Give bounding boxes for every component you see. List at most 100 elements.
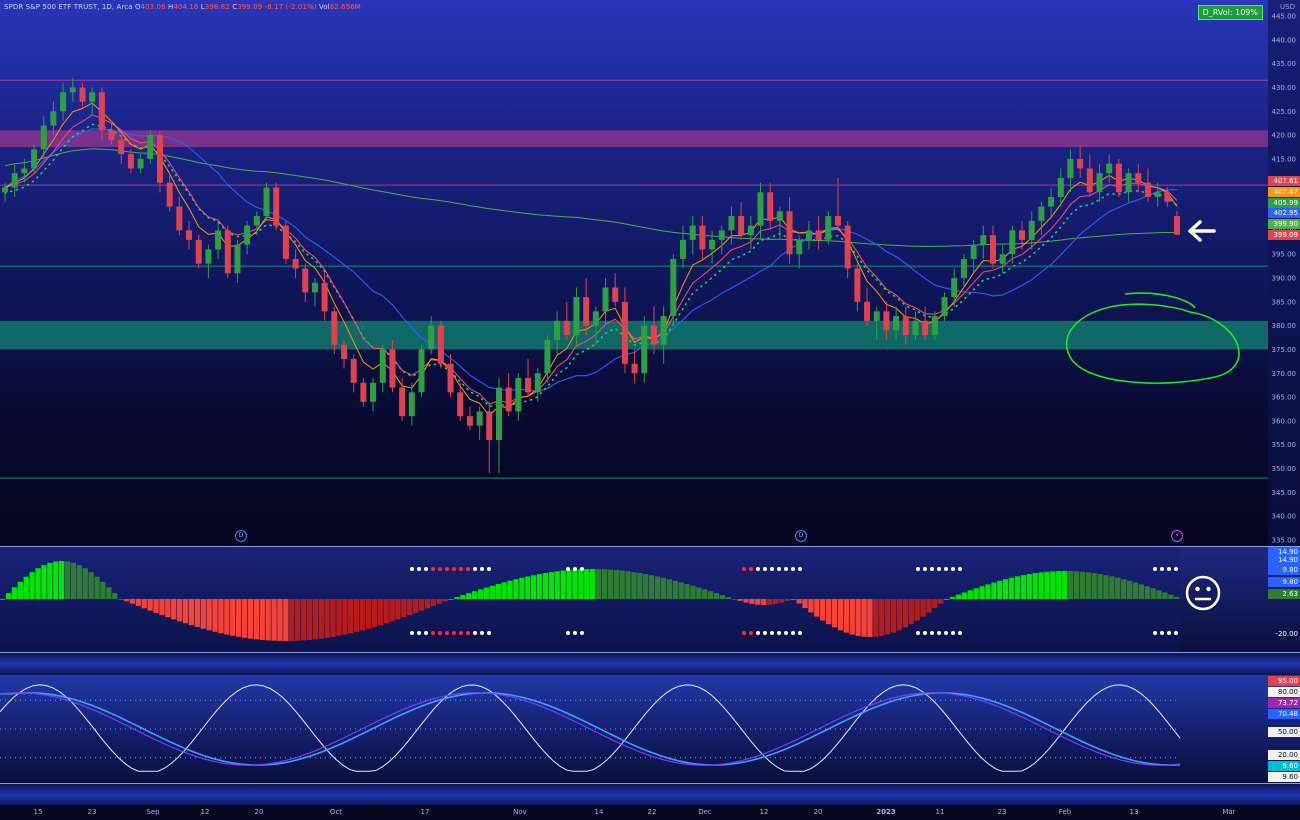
candle-body bbox=[1115, 163, 1122, 193]
candle-body bbox=[457, 392, 464, 417]
oscillator-bar bbox=[147, 599, 153, 611]
candle-body bbox=[718, 230, 725, 240]
oscillator-bar bbox=[660, 577, 667, 599]
candle-body bbox=[1135, 173, 1142, 183]
signal-dot bbox=[1153, 567, 1157, 571]
candle-body bbox=[573, 297, 580, 336]
oscillator-bar bbox=[554, 571, 560, 599]
candle-body bbox=[922, 320, 929, 336]
oscillator-bar bbox=[896, 599, 903, 631]
candle-body bbox=[1048, 197, 1055, 207]
rvol-badge[interactable]: D_RVol: 109% bbox=[1197, 5, 1263, 20]
oscillator-bar bbox=[64, 561, 71, 599]
oscillator-bar bbox=[306, 599, 313, 640]
candle-body bbox=[1077, 158, 1084, 169]
oscillator-bar bbox=[29, 572, 35, 599]
oscillator-bar bbox=[23, 576, 29, 599]
oscillator-bar bbox=[460, 595, 466, 599]
oscillator-bar bbox=[649, 575, 655, 599]
candle-body bbox=[466, 416, 473, 426]
signal-dot bbox=[770, 567, 774, 571]
stochastic-rsi[interactable] bbox=[0, 675, 1300, 783]
candle-body bbox=[757, 192, 764, 226]
signal-dot bbox=[742, 567, 746, 571]
candle-body bbox=[11, 173, 18, 188]
oscillator-bar bbox=[259, 599, 265, 640]
oscillator-bar bbox=[1121, 579, 1127, 599]
oscillator-bar bbox=[194, 599, 200, 627]
candle-body bbox=[544, 339, 551, 374]
signal-dot bbox=[480, 631, 484, 635]
price-chart[interactable]: 445.00 440.00 435.00 430.00 425.00 420.00 415.… bbox=[0, 0, 1300, 545]
oscillator-bar bbox=[507, 580, 513, 599]
candle-body bbox=[1154, 192, 1161, 198]
oscillator-bar bbox=[796, 599, 802, 604]
oscillator-bar bbox=[1144, 586, 1150, 599]
dividend-marker-icon[interactable]: D bbox=[235, 530, 247, 542]
candle-body bbox=[1019, 230, 1026, 240]
lightning-marker-icon[interactable]: ⚡ bbox=[1171, 530, 1183, 542]
resistance-zone bbox=[0, 130, 1268, 147]
oscillator-bar bbox=[407, 599, 413, 616]
signal-dot bbox=[487, 567, 491, 571]
neutral-face-icon bbox=[1185, 575, 1221, 611]
signal-dot bbox=[763, 631, 767, 635]
oscillator-bar bbox=[961, 592, 967, 599]
oscillator-bar bbox=[41, 565, 47, 599]
legend-high: 404.16 bbox=[173, 3, 199, 11]
time-axis[interactable]: 15 23 Sep 12 20 Oct 17 Nov 14 22 Dec 12 20 2023 11 23 Fe… bbox=[0, 805, 1300, 820]
oscillator-bar bbox=[212, 599, 218, 632]
candle-body bbox=[999, 254, 1006, 264]
oscillator-bar bbox=[1032, 573, 1038, 599]
oscillator-bar bbox=[1097, 574, 1103, 599]
signal-dot bbox=[742, 631, 746, 635]
signal-dot bbox=[438, 567, 442, 571]
candle-body bbox=[108, 130, 115, 140]
candle-body bbox=[621, 301, 628, 364]
oscillator-bar bbox=[241, 599, 248, 638]
dividend-marker-icon[interactable]: D bbox=[795, 530, 807, 542]
price-tick-label: 340.00 bbox=[1272, 513, 1297, 521]
candle-body bbox=[292, 258, 299, 269]
candle-body bbox=[660, 316, 667, 345]
oscillator-bar bbox=[542, 573, 549, 599]
oscillator-bar bbox=[324, 599, 330, 638]
stoch-k-line bbox=[0, 692, 1181, 766]
oscillator-bar bbox=[719, 595, 726, 599]
stoch-axis-label: 70.48 bbox=[1268, 709, 1300, 719]
momentum-oscillator[interactable] bbox=[0, 547, 1300, 653]
oscillator-bar bbox=[230, 599, 236, 636]
signal-dot bbox=[944, 631, 948, 635]
stochastic-rsi-pane[interactable]: 95.00 80.00 73.72 70.48 50.00 20.00 9.60 9.60 bbox=[0, 675, 1300, 783]
oscillator-bar bbox=[454, 597, 460, 599]
signal-dot bbox=[777, 567, 781, 571]
candle-body bbox=[215, 230, 222, 250]
candle-body bbox=[1086, 168, 1093, 193]
oscillator-bar bbox=[867, 599, 873, 637]
oscillator-bar bbox=[418, 599, 425, 611]
candle-body bbox=[931, 316, 938, 336]
momentum-oscillator-pane[interactable]: 14.90 14.90 9.80 9.80 2.63 -20.00 bbox=[0, 546, 1300, 653]
oscillator-bar bbox=[218, 599, 224, 634]
oscillator-bar bbox=[873, 599, 879, 637]
oscillator-bar bbox=[153, 599, 159, 613]
oscillator-bar bbox=[483, 587, 490, 599]
candle-body bbox=[476, 411, 483, 426]
candle-body bbox=[1164, 192, 1171, 202]
legend-low: 398.82 bbox=[204, 3, 230, 11]
candle-body bbox=[234, 244, 241, 274]
legend-vol: 82.656M bbox=[329, 3, 361, 11]
oscillator-bar bbox=[531, 575, 537, 599]
oscillator-bar bbox=[489, 585, 495, 599]
candle-body bbox=[176, 206, 183, 231]
oscillator-bar bbox=[424, 599, 431, 609]
oscillator-bar bbox=[973, 588, 979, 599]
sma-long-line bbox=[4, 148, 1178, 247]
oscillator-bar bbox=[737, 599, 743, 601]
oscillator-bar bbox=[1109, 576, 1115, 599]
signal-dot bbox=[452, 631, 456, 635]
price-chart-pane[interactable]: 445.00 440.00 435.00 430.00 425.00 420.00 415.… bbox=[0, 0, 1300, 545]
candle-body bbox=[350, 358, 357, 383]
price-tick-label: 440.00 bbox=[1272, 36, 1297, 44]
candle-body bbox=[912, 320, 919, 336]
